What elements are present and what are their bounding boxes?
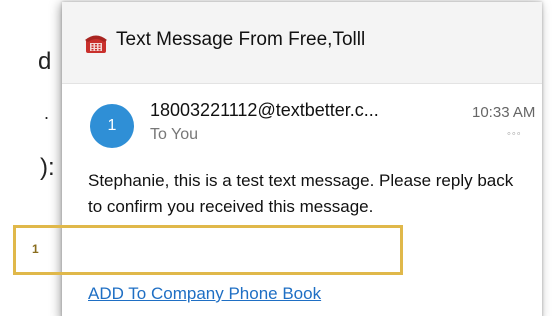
- more-options-icon[interactable]: ◦◦◦: [507, 128, 522, 140]
- annotation-label: 1: [32, 242, 39, 256]
- background-partial-text: .: [44, 103, 50, 123]
- background-partial-text: d: [38, 48, 52, 75]
- message-title: Text Message From Free,Tolll: [116, 28, 366, 50]
- telephone-icon: [84, 32, 108, 54]
- background-partial-text: ):: [40, 154, 55, 181]
- recipient-label: To You: [150, 126, 199, 143]
- message-header: Text Message From Free,Tolll: [62, 2, 542, 84]
- message-meta: 1 18003221112@textbetter.c... To You 10:…: [62, 84, 542, 162]
- annotation-highlight-box: [13, 225, 403, 275]
- message-time: 10:33 AM: [472, 104, 536, 121]
- add-to-phone-book-link[interactable]: ADD To Company Phone Book: [88, 284, 321, 304]
- message-body: Stephanie, this is a test text message. …: [88, 171, 514, 216]
- sender-address[interactable]: 18003221112@textbetter.c...: [150, 100, 379, 121]
- sender-avatar[interactable]: 1: [90, 104, 134, 148]
